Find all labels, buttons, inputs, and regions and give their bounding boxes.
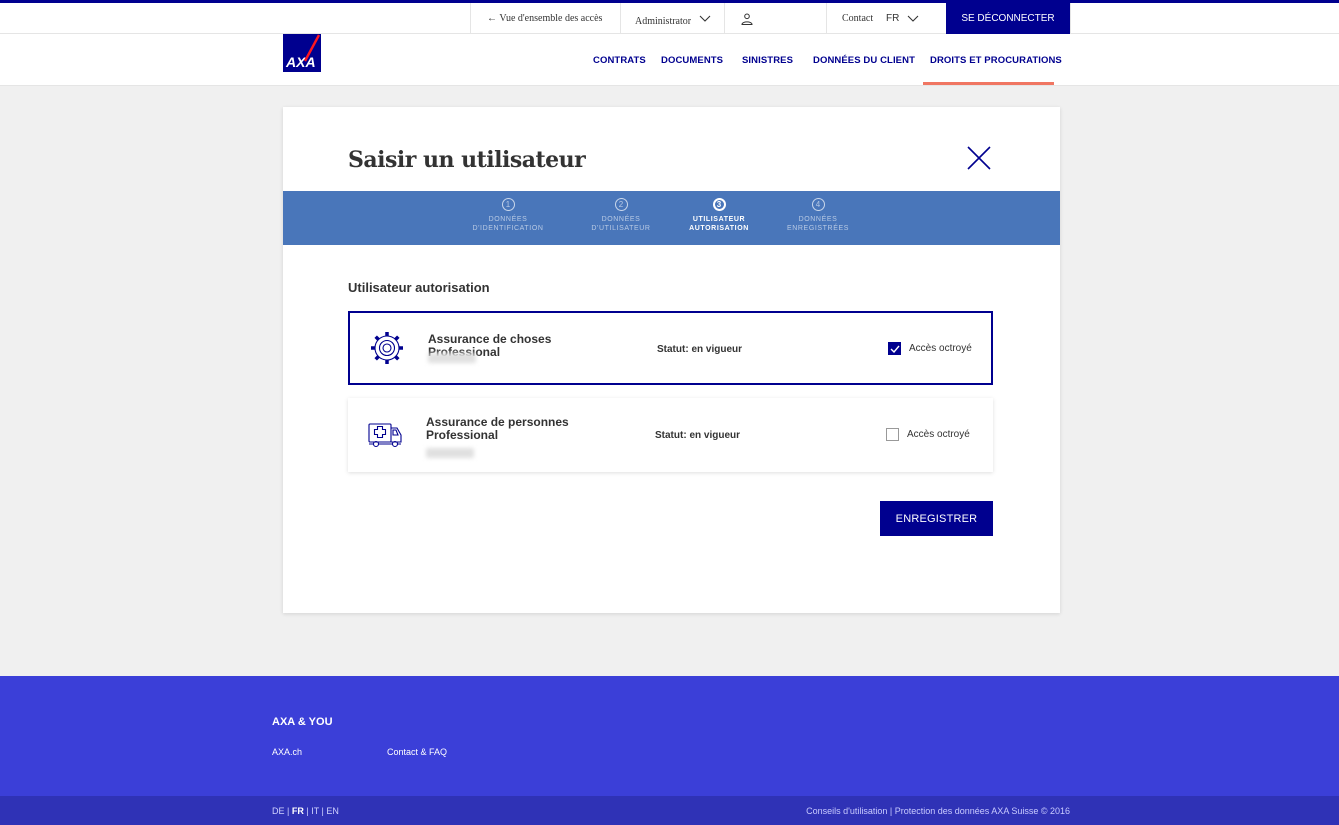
logout-label: SE DÉCONNECTER [961, 13, 1055, 24]
language-switcher: DE | FR | IT | EN [272, 806, 339, 816]
lang-de[interactable]: DE [272, 806, 285, 816]
product-status: Statut: en vigueur [657, 344, 743, 355]
sub-footer: DE | FR | IT | EN Conseils d'utilisation… [0, 796, 1339, 825]
footer-link-axa[interactable]: AXA.ch [272, 747, 302, 757]
section-title: Utilisateur autorisation [348, 280, 490, 295]
save-button[interactable]: ENREGISTRER [880, 501, 993, 536]
nav-active-indicator [923, 82, 1054, 85]
gear-icon [368, 329, 406, 367]
contact-link[interactable]: Contact [826, 3, 878, 34]
footer-link-contact-faq[interactable]: Contact & FAQ [387, 747, 447, 757]
back-link-label: ← Vue d'ensemble des accès [487, 13, 603, 24]
access-checkbox[interactable]: Accès octroyé [888, 342, 972, 355]
chevron-down-icon [907, 15, 919, 23]
progress-stepper: 1 DONNÉES D'IDENTIFICATION 2 DONNÉES D'UTI… [283, 191, 1060, 245]
product-name: Assurance de personnes Professional [426, 415, 569, 442]
add-user-dialog: Saisir un utilisateur 1 DONNÉES D'IDENTIF… [283, 107, 1060, 613]
chevron-down-icon [699, 15, 711, 23]
close-icon[interactable] [966, 145, 992, 171]
ambulance-icon [366, 414, 404, 452]
step-1: 1 DONNÉES D'IDENTIFICATION [458, 198, 558, 233]
access-label: Accès octroyé [909, 343, 972, 354]
main-header: AXA CONTRATS DOCUMENTS SINISTRES DONNÉES… [0, 34, 1339, 86]
step-label: ENREGISTRÉES [786, 225, 850, 232]
step-4: 4 DONNÉES ENREGISTRÉES [768, 198, 868, 233]
access-checkbox[interactable]: Accès octroyé [886, 428, 970, 441]
utility-bar: ← Vue d'ensemble des accès Administrator… [0, 0, 1339, 34]
lang-it[interactable]: IT [311, 806, 319, 816]
step-label: DONNÉES [488, 216, 528, 223]
role-select-value: Administrator [635, 16, 692, 27]
step-label: DONNÉES [798, 216, 838, 223]
role-select[interactable]: Administrator [620, 3, 724, 34]
back-to-overview-link[interactable]: ← Vue d'ensemble des accès [470, 3, 620, 34]
user-profile-button[interactable] [724, 3, 826, 34]
nav-contrats[interactable]: CONTRATS [593, 55, 646, 66]
step-label: D'IDENTIFICATION [472, 225, 544, 232]
step-2: 2 DONNÉES D'UTILISATEUR [571, 198, 671, 233]
nav-droits-et-procurations[interactable]: DROITS ET PROCURATIONS [930, 55, 1062, 66]
step-number: 1 [501, 198, 515, 211]
product-card[interactable]: Assurance de personnes Professional Stat… [348, 398, 993, 472]
step-label: D'UTILISATEUR [591, 225, 651, 232]
step-number: 3 [712, 198, 726, 211]
product-card[interactable]: Assurance de choses Professional Statut:… [348, 311, 993, 385]
language-select[interactable]: FR [878, 3, 946, 34]
legal-links[interactable]: Conseils d'utilisation | Protection des … [806, 806, 1070, 816]
contact-label: Contact [842, 13, 874, 24]
step-label: UTILISATEUR [692, 216, 746, 223]
step-3: 3 UTILISATEUR AUTORISATION [669, 198, 769, 233]
checkbox-unchecked[interactable] [886, 428, 899, 441]
axa-logo[interactable]: AXA [283, 34, 321, 72]
dialog-title: Saisir un utilisateur [348, 147, 586, 173]
step-number: 4 [811, 198, 825, 211]
contract-number-redacted [426, 448, 474, 458]
logout-button[interactable]: SE DÉCONNECTER [946, 3, 1070, 34]
checkbox-checked[interactable] [888, 342, 901, 355]
step-label: AUTORISATION [689, 225, 749, 232]
nav-documents[interactable]: DOCUMENTS [661, 55, 723, 66]
lang-fr[interactable]: FR [292, 806, 304, 816]
access-label: Accès octroyé [907, 429, 970, 440]
product-status: Statut: en vigueur [655, 430, 741, 441]
svg-text:AXA: AXA [285, 54, 316, 70]
footer-title: AXA & YOU [272, 716, 333, 728]
step-number: 2 [614, 198, 628, 211]
lang-en[interactable]: EN [326, 806, 339, 816]
nav-sinistres[interactable]: SINISTRES [742, 55, 793, 66]
step-label: DONNÉES [601, 216, 641, 223]
user-icon [741, 13, 753, 25]
contract-number-redacted [428, 353, 476, 363]
footer: AXA & YOU AXA.ch Contact & FAQ [0, 676, 1339, 796]
divider [1070, 3, 1071, 34]
language-value: FR [886, 13, 900, 24]
nav-donnees-du-client[interactable]: DONNÉES DU CLIENT [813, 55, 915, 66]
